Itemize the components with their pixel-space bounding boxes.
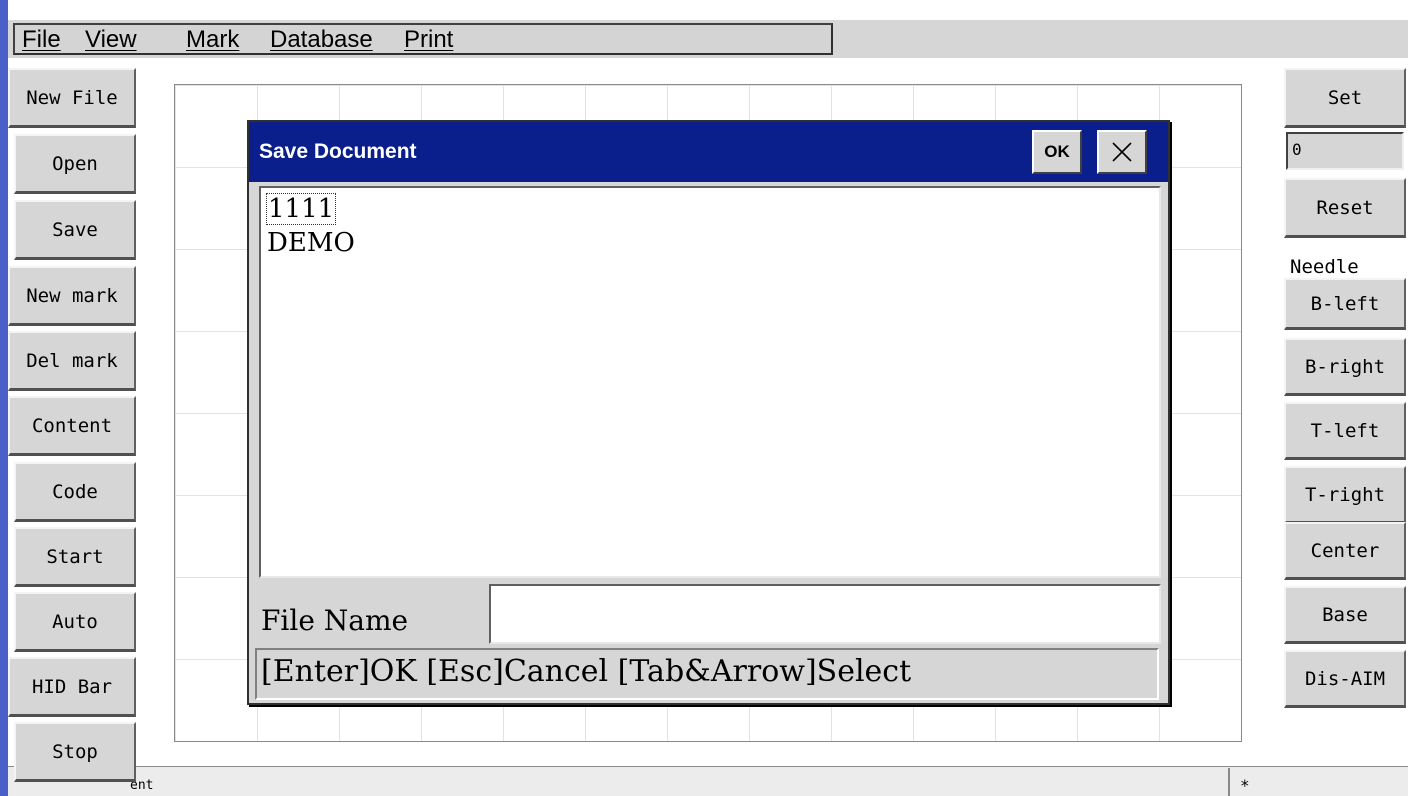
status-right-text: *	[1240, 776, 1250, 795]
set-button[interactable]: Set	[1284, 68, 1406, 128]
start-button[interactable]: Start	[14, 527, 136, 587]
auto-button[interactable]: Auto	[14, 592, 136, 652]
file-list[interactable]: 1111 DEMO	[259, 186, 1161, 578]
file-list-item[interactable]: DEMO	[267, 228, 355, 258]
menu-mark[interactable]: Mark	[186, 26, 239, 54]
file-name-label: File Name	[261, 604, 409, 637]
new-file-button[interactable]: New File	[8, 68, 136, 128]
base-button[interactable]: Base	[1284, 586, 1406, 644]
save-button[interactable]: Save	[14, 200, 136, 260]
b-left-button[interactable]: B-left	[1284, 278, 1406, 330]
new-mark-button[interactable]: New mark	[8, 266, 136, 326]
close-icon	[1112, 142, 1132, 162]
dialog-title-bar: Save Document OK	[249, 122, 1168, 182]
menu-database[interactable]: Database	[270, 26, 373, 54]
t-left-button[interactable]: T-left	[1284, 402, 1406, 460]
keyboard-hint: [Enter]OK [Esc]Cancel [Tab&Arrow]Select	[261, 654, 912, 689]
code-button[interactable]: Code	[14, 462, 136, 522]
center-button[interactable]: Center	[1284, 522, 1406, 580]
file-list-item[interactable]: 1111	[265, 193, 337, 225]
needle-label: Needle	[1290, 256, 1359, 278]
file-name-input[interactable]	[489, 584, 1161, 644]
menu-print[interactable]: Print	[404, 26, 453, 54]
dialog-ok-button[interactable]: OK	[1032, 130, 1082, 174]
del-mark-button[interactable]: Del mark	[8, 331, 136, 391]
open-button[interactable]: Open	[14, 134, 136, 194]
menu-file[interactable]: File	[22, 26, 61, 54]
dialog-title: Save Document	[259, 140, 417, 163]
dis-aim-button[interactable]: Dis-AIM	[1284, 650, 1406, 708]
save-document-dialog: Save Document OK 1111 DEMO File Name [En…	[247, 120, 1170, 705]
content-button[interactable]: Content	[8, 396, 136, 456]
b-right-button[interactable]: B-right	[1284, 338, 1406, 396]
reset-button[interactable]: Reset	[1284, 178, 1406, 238]
dialog-close-button[interactable]	[1097, 130, 1147, 174]
status-bar	[8, 766, 1408, 796]
menu-view[interactable]: View	[85, 26, 137, 54]
status-separator	[1228, 768, 1230, 796]
offset-value-field[interactable]: 0	[1286, 132, 1404, 170]
stop-button[interactable]: Stop	[14, 722, 136, 782]
hid-bar-button[interactable]: HID Bar	[8, 657, 136, 717]
t-right-button[interactable]: T-right	[1284, 466, 1406, 524]
left-accent-bar	[0, 0, 8, 796]
